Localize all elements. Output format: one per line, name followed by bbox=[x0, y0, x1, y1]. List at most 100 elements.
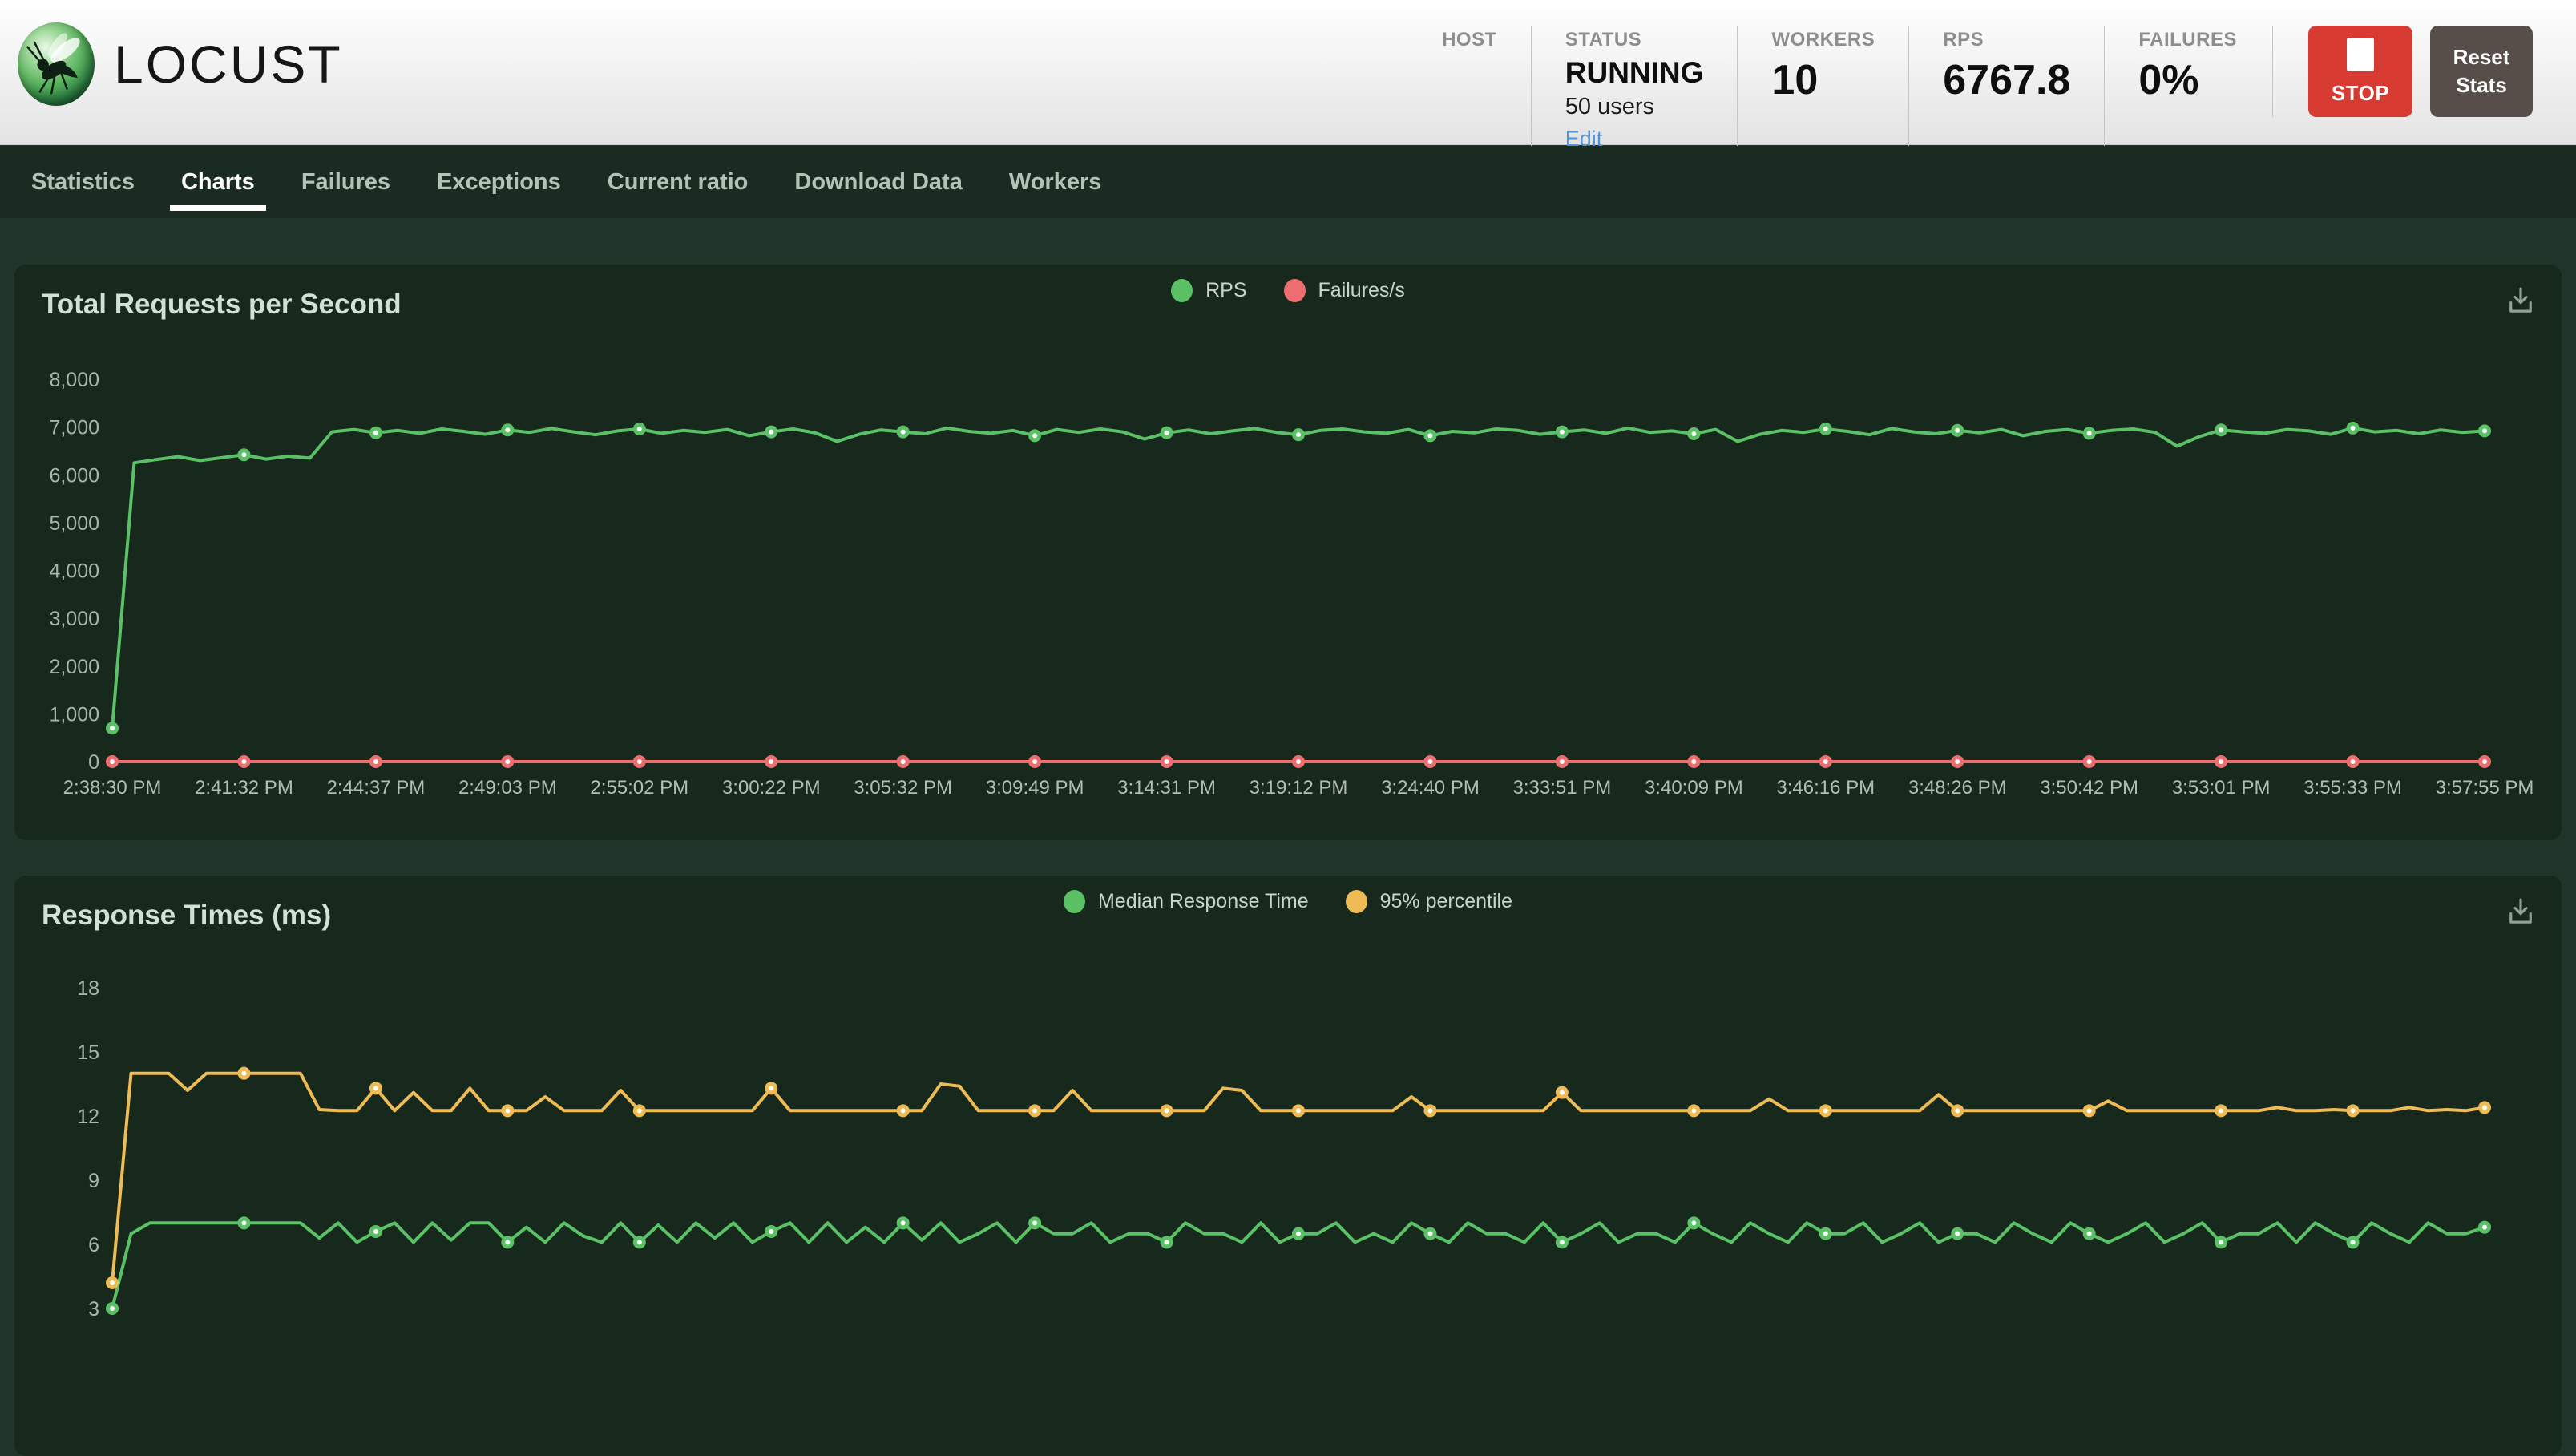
tab-failures[interactable]: Failures bbox=[278, 146, 414, 218]
data-point-marker-center bbox=[2351, 1240, 2356, 1244]
y-axis-tick: 6,000 bbox=[49, 464, 99, 487]
data-point-marker-center bbox=[241, 1220, 246, 1225]
tab-workers[interactable]: Workers bbox=[986, 146, 1125, 218]
data-point-marker-center bbox=[1165, 759, 1169, 764]
stop-button[interactable]: STOP bbox=[2308, 26, 2412, 117]
data-point-marker-center bbox=[505, 1108, 510, 1113]
data-point-marker-center bbox=[769, 759, 773, 764]
data-point-marker-center bbox=[1955, 1108, 1960, 1113]
user-count: 50 users bbox=[1565, 94, 1704, 120]
locust-logo: LOCUST bbox=[18, 22, 343, 106]
header-stats-area: HOSTSTATUSRUNNING50 usersEditWORKERS10RP… bbox=[1408, 26, 2533, 152]
data-point-marker-center bbox=[901, 1108, 906, 1113]
data-point-marker-center bbox=[2087, 759, 2092, 764]
x-axis-tick: 3:50:42 PM bbox=[2040, 777, 2138, 799]
data-point-marker-center bbox=[1560, 430, 1565, 435]
stat-label: HOST bbox=[1442, 29, 1497, 51]
y-axis-tick: 15 bbox=[77, 1041, 99, 1064]
stop-icon bbox=[2347, 38, 2374, 71]
y-axis-tick: 5,000 bbox=[49, 512, 99, 535]
data-point-marker-center bbox=[2351, 1108, 2356, 1113]
data-point-marker-center bbox=[1032, 1108, 1037, 1113]
data-point-marker-center bbox=[1296, 432, 1301, 437]
reset-stats-button[interactable]: Reset Stats bbox=[2430, 26, 2533, 117]
x-axis-tick: 3:55:33 PM bbox=[2303, 777, 2402, 799]
data-point-marker-center bbox=[241, 1071, 246, 1076]
stop-button-label: STOP bbox=[2332, 81, 2389, 106]
locust-insect-glyph bbox=[18, 22, 95, 99]
response-times-chart-svg: 181512963 bbox=[14, 876, 2562, 1456]
data-point-marker-center bbox=[1823, 427, 1828, 431]
data-point-marker-center bbox=[241, 759, 246, 764]
x-axis-tick: 3:48:26 PM bbox=[1908, 777, 2007, 799]
data-point-marker-center bbox=[1296, 1232, 1301, 1236]
y-axis-tick: 9 bbox=[88, 1170, 99, 1192]
tab-current-ratio[interactable]: Current ratio bbox=[584, 146, 772, 218]
data-point-marker-center bbox=[1296, 759, 1301, 764]
data-point-marker-center bbox=[505, 427, 510, 432]
y-axis-tick: 6 bbox=[88, 1234, 99, 1256]
response-times-chart: 181512963 bbox=[14, 876, 2562, 1456]
y-axis-tick: 1,000 bbox=[49, 703, 99, 726]
data-point-marker-center bbox=[901, 759, 906, 764]
x-axis-tick: 3:53:01 PM bbox=[2172, 777, 2271, 799]
data-point-marker-center bbox=[505, 759, 510, 764]
x-axis-tick: 2:41:32 PM bbox=[195, 777, 293, 799]
data-point-marker-center bbox=[1691, 1220, 1696, 1225]
data-point-marker-center bbox=[1032, 1220, 1037, 1225]
data-point-marker-center bbox=[2219, 1240, 2223, 1244]
data-point-marker-center bbox=[1823, 759, 1828, 764]
x-axis-tick: 2:38:30 PM bbox=[63, 777, 162, 799]
x-axis-tick: 3:40:09 PM bbox=[1645, 777, 1743, 799]
data-point-marker-center bbox=[1032, 433, 1037, 438]
data-point-marker-center bbox=[373, 1229, 378, 1234]
data-point-marker-center bbox=[110, 726, 115, 730]
data-point-marker-center bbox=[1296, 1108, 1301, 1113]
x-axis-tick: 2:55:02 PM bbox=[590, 777, 688, 799]
y-axis-tick: 12 bbox=[77, 1106, 99, 1128]
data-point-marker-center bbox=[110, 759, 115, 764]
data-point-marker-center bbox=[637, 427, 642, 431]
y-axis-tick: 7,000 bbox=[49, 417, 99, 439]
stat-status: STATUSRUNNING50 usersEdit bbox=[1531, 26, 1738, 152]
data-point-marker-center bbox=[1955, 759, 1960, 764]
data-point-marker-center bbox=[241, 452, 246, 457]
y-axis-tick: 3,000 bbox=[49, 608, 99, 630]
x-axis-tick: 3:24:40 PM bbox=[1381, 777, 1480, 799]
tab-download-data[interactable]: Download Data bbox=[771, 146, 985, 218]
data-point-marker-center bbox=[1165, 1240, 1169, 1244]
rps-chart: 8,0007,0006,0005,0004,0003,0002,0001,000… bbox=[14, 265, 2562, 840]
rps-chart-svg: 8,0007,0006,0005,0004,0003,0002,0001,000… bbox=[14, 265, 2562, 840]
rps-chart-panel: Total Requests per Second RPSFailures/s … bbox=[14, 265, 2562, 840]
data-point-marker-center bbox=[901, 1220, 906, 1225]
stat-failures: FAILURES0% bbox=[2104, 26, 2271, 152]
y-axis-tick: 2,000 bbox=[49, 656, 99, 678]
header-buttons: STOP Reset Stats bbox=[2272, 26, 2533, 117]
stat-workers: WORKERS10 bbox=[1737, 26, 1908, 152]
stat-value: 0% bbox=[2138, 59, 2237, 101]
tab-charts[interactable]: Charts bbox=[158, 146, 278, 218]
data-point-marker-center bbox=[1691, 431, 1696, 436]
data-point-marker-center bbox=[505, 1240, 510, 1244]
x-axis-tick: 3:05:32 PM bbox=[854, 777, 952, 799]
stat-value: RUNNING bbox=[1565, 58, 1704, 87]
data-point-marker-center bbox=[2482, 1105, 2487, 1110]
data-point-marker-center bbox=[637, 1108, 642, 1113]
data-point-marker-center bbox=[1691, 1108, 1696, 1113]
y-axis-tick: 3 bbox=[88, 1298, 99, 1321]
tab-statistics[interactable]: Statistics bbox=[8, 146, 158, 218]
data-point-marker-center bbox=[1823, 1108, 1828, 1113]
data-point-marker-center bbox=[373, 1086, 378, 1090]
app-title: LOCUST bbox=[114, 34, 343, 95]
x-axis-tick: 3:33:51 PM bbox=[1513, 777, 1612, 799]
app-header: LOCUST HOSTSTATUSRUNNING50 usersEditWORK… bbox=[0, 0, 2576, 145]
x-axis-tick: 3:09:49 PM bbox=[986, 777, 1084, 799]
x-axis-tick: 3:00:22 PM bbox=[722, 777, 821, 799]
data-point-marker-center bbox=[2219, 1108, 2223, 1113]
data-point-marker-center bbox=[1165, 431, 1169, 435]
data-point-marker-center bbox=[769, 1086, 773, 1090]
data-point-marker-center bbox=[1955, 428, 1960, 433]
data-point-marker-center bbox=[1560, 759, 1565, 764]
data-point-marker-center bbox=[2087, 1232, 2092, 1236]
tab-exceptions[interactable]: Exceptions bbox=[414, 146, 584, 218]
